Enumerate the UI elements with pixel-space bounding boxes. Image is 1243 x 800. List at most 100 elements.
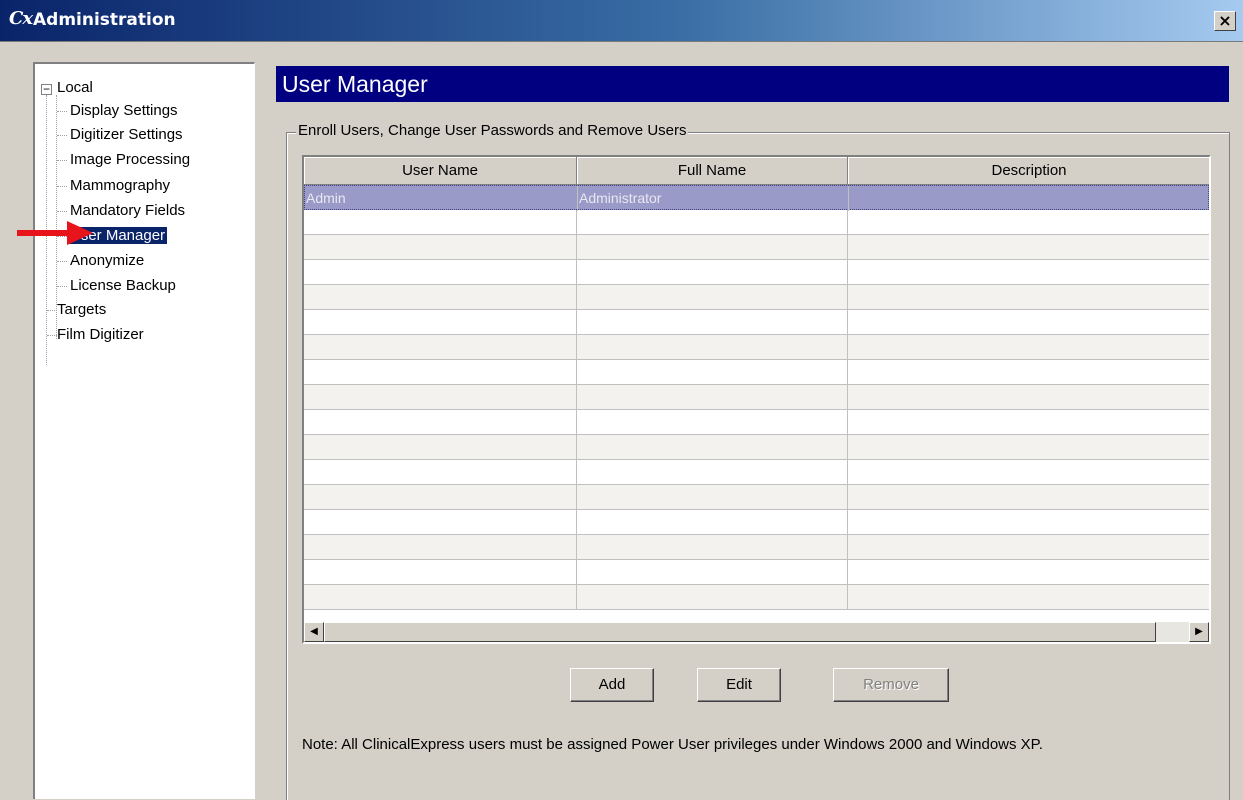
table-row[interactable] [304, 485, 1209, 510]
table-row[interactable] [304, 410, 1209, 435]
table-row[interactable] [304, 260, 1209, 285]
table-row[interactable]: Admin Administrator [304, 185, 1209, 211]
tree-connector [57, 211, 67, 212]
table-cell [848, 460, 1209, 485]
remove-button[interactable]: Remove [833, 668, 949, 702]
table-row[interactable] [304, 310, 1209, 335]
column-header-description[interactable]: Description [848, 157, 1209, 185]
table-cell [848, 385, 1209, 410]
tree-connector [57, 160, 67, 161]
table-cell [304, 335, 577, 360]
column-header-user-name[interactable]: User Name [304, 157, 577, 185]
settings-tree: − Local Display Settings Digitizer Setti… [33, 62, 255, 799]
tree-item-label: Image Processing [70, 151, 191, 168]
table-cell [577, 510, 848, 535]
title-bar: Cx Administration × [0, 0, 1243, 42]
table-row[interactable] [304, 360, 1209, 385]
group-box-label: Enroll Users, Change User Passwords and … [296, 122, 689, 139]
table-row[interactable] [304, 210, 1209, 235]
tree-item-label: Film Digitizer [57, 326, 144, 343]
window-title: Administration [33, 10, 176, 30]
table-cell [304, 235, 577, 260]
tree-item-targets[interactable]: Targets [55, 299, 108, 321]
table-row[interactable] [304, 285, 1209, 310]
table-cell [304, 360, 577, 385]
table-cell [577, 210, 848, 235]
table-cell [577, 410, 848, 435]
table-cell [304, 585, 577, 610]
table-cell [848, 260, 1209, 285]
horizontal-scrollbar[interactable]: ◀ ▶ [304, 622, 1209, 642]
table-cell [848, 410, 1209, 435]
scroll-right-icon[interactable]: ▶ [1189, 622, 1209, 642]
table-cell [304, 260, 577, 285]
tree-connector [57, 111, 67, 112]
table-row[interactable] [304, 385, 1209, 410]
users-table[interactable]: User Name Full Name Description Admin Adm… [302, 155, 1211, 644]
tree-item-label: Mandatory Fields [70, 202, 186, 219]
tree-connector [57, 261, 67, 262]
annotation-arrow-icon [17, 221, 93, 245]
table-cell [848, 235, 1209, 260]
scroll-left-icon[interactable]: ◀ [304, 622, 324, 642]
tree-item-mandatory-fields[interactable]: Mandatory Fields [68, 200, 187, 222]
table-cell [577, 285, 848, 310]
tree-item-label: Mammography [70, 177, 171, 194]
table-cell [848, 560, 1209, 585]
table-cell [304, 485, 577, 510]
table-cell [577, 485, 848, 510]
table-cell: Admin [305, 186, 578, 211]
column-header-full-name[interactable]: Full Name [577, 157, 848, 185]
scroll-thumb[interactable] [324, 622, 1156, 642]
table-cell [849, 186, 1209, 211]
table-cell [848, 535, 1209, 560]
table-row[interactable] [304, 235, 1209, 260]
table-row[interactable] [304, 435, 1209, 460]
table-cell [577, 260, 848, 285]
table-cell [848, 585, 1209, 610]
table-cell [304, 460, 577, 485]
table-cell [577, 385, 848, 410]
table-cell [577, 560, 848, 585]
tree-item-digitizer-settings[interactable]: Digitizer Settings [68, 124, 185, 146]
table-cell [304, 285, 577, 310]
table-cell [304, 410, 577, 435]
note-text: Note: All ClinicalExpress users must be … [302, 736, 1043, 753]
table-cell [577, 335, 848, 360]
table-cell [577, 535, 848, 560]
tree-item-image-processing[interactable]: Image Processing [68, 149, 192, 171]
table-cell: Administrator [578, 186, 849, 211]
tree-item-mammography[interactable]: Mammography [68, 175, 172, 197]
tree-item-anonymize[interactable]: Anonymize [68, 250, 146, 272]
table-row[interactable] [304, 585, 1209, 610]
table-row[interactable] [304, 560, 1209, 585]
table-cell [304, 510, 577, 535]
table-cell [848, 485, 1209, 510]
table-row[interactable] [304, 535, 1209, 560]
page-title: User Manager [276, 66, 1229, 102]
tree-item-display-settings[interactable]: Display Settings [68, 100, 180, 122]
table-cell [304, 385, 577, 410]
table-row[interactable] [304, 510, 1209, 535]
edit-button[interactable]: Edit [697, 668, 781, 702]
tree-item-local[interactable]: Local [55, 77, 95, 99]
table-row[interactable] [304, 460, 1209, 485]
tree-item-label: Digitizer Settings [70, 126, 183, 143]
table-cell [304, 310, 577, 335]
table-cell [848, 435, 1209, 460]
table-header: User Name Full Name Description [304, 157, 1209, 185]
tree-item-film-digitizer[interactable]: Film Digitizer [55, 324, 146, 346]
tree-item-label: Local [57, 79, 93, 96]
app-logo-icon: Cx [9, 8, 33, 29]
table-cell [848, 285, 1209, 310]
add-button[interactable]: Add [570, 668, 654, 702]
tree-item-license-backup[interactable]: License Backup [68, 275, 178, 297]
table-cell [848, 335, 1209, 360]
collapse-icon[interactable]: − [41, 83, 52, 95]
table-row[interactable] [304, 335, 1209, 360]
table-cell [577, 235, 848, 260]
tree-connector [57, 286, 67, 287]
close-button[interactable]: × [1214, 11, 1236, 31]
table-cell [577, 360, 848, 385]
table-cell [577, 310, 848, 335]
